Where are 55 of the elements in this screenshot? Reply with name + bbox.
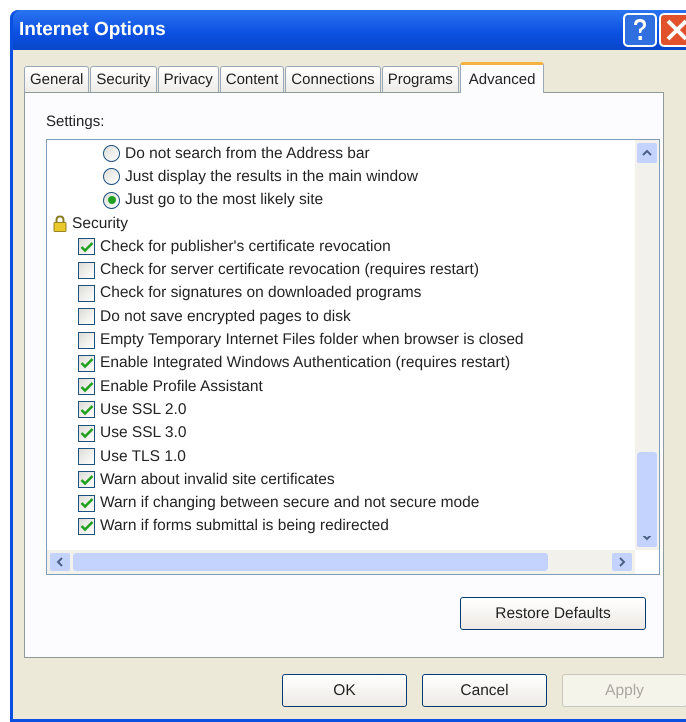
tab[interactable]: Programs: [382, 66, 459, 92]
scroll-thumb[interactable]: [73, 553, 548, 571]
vertical-scrollbar[interactable]: [635, 140, 659, 550]
checkbox[interactable]: [78, 471, 95, 488]
option-label: Empty Temporary Internet Files folder when browser is closed: [100, 331, 524, 350]
option-label: Use TLS 1.0: [100, 448, 186, 466]
checkbox[interactable]: [78, 378, 95, 396]
option-label: Do not search from the Address bar: [125, 144, 370, 163]
option-label: Warn if changing between secure and not secure mode: [100, 494, 480, 512]
window-title: Internet Options: [19, 19, 166, 41]
checkbox[interactable]: [78, 284, 95, 302]
option-label: Check for server certificate revocation (requires restart): [100, 261, 480, 280]
scroll-up-icon[interactable]: [636, 142, 658, 164]
option-label: Just display the results in the main window: [125, 168, 418, 186]
radio-button[interactable]: [103, 145, 120, 162]
scroll-left-icon[interactable]: [49, 552, 71, 572]
help-icon[interactable]: [623, 13, 657, 47]
checkbox[interactable]: [78, 238, 95, 256]
option-label: Do not save encrypted pages to disk: [100, 308, 351, 326]
tab[interactable]: Content: [220, 66, 284, 92]
option-label: Enable Profile Assistant: [100, 378, 263, 396]
option-label: Warn about invalid site certificates: [100, 470, 335, 489]
checkbox[interactable]: [78, 448, 95, 465]
checkbox[interactable]: [78, 332, 95, 349]
option-label: Use SSL 3.0: [100, 424, 186, 442]
group-label: Security: [72, 214, 128, 233]
tab[interactable]: Security: [90, 66, 157, 92]
close-icon[interactable]: [659, 13, 686, 47]
radio-button[interactable]: [103, 168, 120, 186]
checkbox[interactable]: [78, 262, 95, 279]
option-label: Check for signatures on downloaded programs: [100, 284, 422, 302]
scroll-right-icon[interactable]: [611, 552, 633, 572]
dialog-button[interactable]: Cancel: [422, 674, 547, 707]
checkbox[interactable]: [78, 424, 95, 442]
checkbox[interactable]: [78, 354, 95, 372]
lock-icon: [53, 215, 67, 232]
checkbox[interactable]: [78, 518, 95, 535]
settings-label: Settings:: [46, 113, 106, 130]
tab[interactable]: General: [24, 66, 90, 92]
restore-defaults-button[interactable]: Restore Defaults: [460, 597, 646, 630]
tab[interactable]: Advanced: [460, 62, 544, 93]
horizontal-scrollbar[interactable]: [47, 550, 635, 574]
radio-button[interactable]: [103, 192, 120, 209]
option-label: Just go to the most likely site: [125, 191, 324, 210]
option-label: Enable Integrated Windows Authentication (requires restart): [100, 354, 510, 372]
scroll-thumb[interactable]: [637, 452, 657, 536]
option-label: Warn if forms submittal is being redirected: [100, 517, 389, 536]
tab[interactable]: Privacy: [158, 66, 219, 92]
dialog-button[interactable]: OK: [282, 674, 407, 707]
checkbox[interactable]: [78, 308, 95, 326]
tab[interactable]: Connections: [285, 66, 381, 92]
checkbox[interactable]: [78, 494, 95, 512]
checkbox[interactable]: [78, 401, 95, 418]
option-label: Use SSL 2.0: [100, 400, 186, 419]
option-label: Check for publisher's certificate revocation: [100, 238, 391, 256]
